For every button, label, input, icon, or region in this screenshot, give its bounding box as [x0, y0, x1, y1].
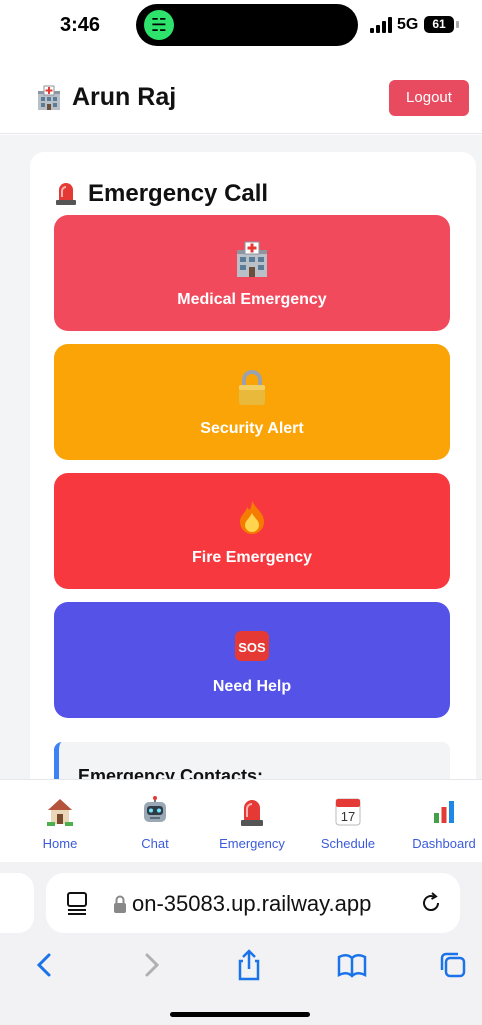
robot-icon [144, 796, 166, 822]
battery-icon: 61 [424, 16, 454, 33]
share-icon[interactable] [234, 949, 264, 981]
logout-button[interactable]: Logout [389, 80, 469, 116]
hospital-icon [237, 241, 267, 277]
home-indicator [170, 1012, 310, 1017]
network-type: 5G [397, 16, 419, 33]
previous-tab-pill[interactable] [0, 873, 34, 933]
fire-icon [240, 501, 264, 534]
tabs-icon[interactable] [438, 949, 468, 981]
svg-text:SOS: SOS [238, 640, 266, 655]
emergency-call-title: Emergency Call [88, 180, 269, 207]
bookmarks-icon[interactable] [337, 949, 367, 981]
security-alert-button[interactable]: Security Alert [54, 344, 450, 460]
nav-item-dashboard[interactable]: Dashboard [404, 796, 482, 856]
siren-icon [241, 800, 263, 826]
nav-label-emergency: Emergency [219, 836, 285, 851]
need-help-label: Need Help [212, 678, 292, 695]
call-activity-icon: ☵ [144, 10, 174, 40]
signal-icon [370, 17, 392, 33]
nav-item-emergency[interactable]: Emergency [212, 796, 292, 856]
url-text: on-35083.up.railway.app [132, 891, 372, 916]
nav-item-chat[interactable]: Chat [115, 796, 195, 856]
status-bar: 3:46 ☵ 5G 61 [0, 0, 482, 56]
bar-chart-icon [431, 799, 457, 825]
calendar-day: 17 [341, 809, 355, 824]
sos-icon: SOS [235, 631, 269, 661]
secure-lock-icon [114, 895, 126, 913]
hospital-icon [38, 85, 60, 110]
nav-item-schedule[interactable]: 17 Schedule [308, 796, 388, 856]
siren-icon [56, 183, 76, 205]
fire-emergency-button[interactable]: Fire Emergency [54, 473, 450, 589]
calendar-icon: 17 [335, 798, 361, 826]
nav-item-home[interactable]: Home [20, 796, 100, 856]
dynamic-island: ☵ [136, 4, 358, 46]
security-alert-label: Security Alert [200, 420, 304, 437]
reload-icon[interactable] [419, 891, 443, 915]
nav-label-chat: Chat [141, 836, 169, 851]
nav-label-schedule: Schedule [320, 836, 376, 851]
house-icon [47, 799, 73, 826]
nav-label-home: Home [42, 836, 78, 851]
bottom-navigation: Home Chat Emergency 17 Schedule Dashboar… [0, 779, 482, 861]
lock-icon [239, 370, 265, 405]
medical-emergency-button[interactable]: Medical Emergency [54, 215, 450, 331]
back-icon[interactable] [30, 949, 60, 981]
status-time: 3:46 [60, 14, 101, 36]
battery-tip [456, 21, 459, 28]
app-header: Arun Raj Logout [0, 60, 482, 134]
forward-icon[interactable] [136, 949, 166, 981]
medical-emergency-label: Medical Emergency [177, 291, 327, 308]
nav-label-dashboard: Dashboard [412, 836, 476, 851]
fire-emergency-label: Fire Emergency [191, 549, 313, 566]
need-help-button[interactable]: SOS Need Help [54, 602, 450, 718]
user-name: Arun Raj [72, 83, 177, 111]
page-menu-icon[interactable] [66, 891, 88, 915]
